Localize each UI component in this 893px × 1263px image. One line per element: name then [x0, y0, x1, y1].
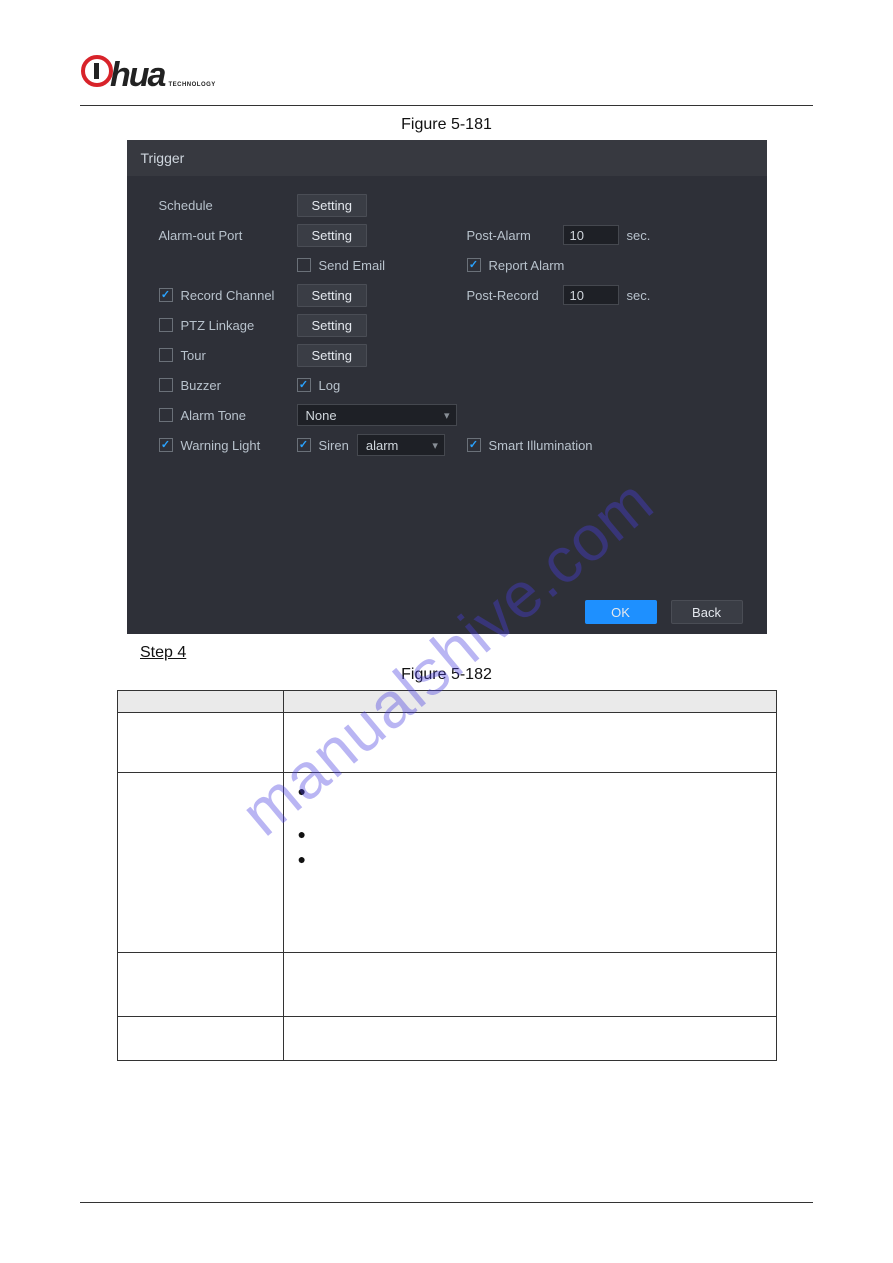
ptz-setting-button[interactable]: Setting [297, 314, 367, 337]
smart-illumination-checkbox[interactable] [467, 438, 481, 452]
post-alarm-input[interactable] [563, 225, 619, 245]
label-ptz-linkage: PTZ Linkage [181, 318, 255, 333]
logo-at-icon [80, 54, 114, 97]
label-post-alarm: Post-Alarm [467, 228, 555, 243]
record-channel-checkbox[interactable] [159, 288, 173, 302]
logo-text: hua [110, 56, 164, 95]
step-4-heading: Step 4 [140, 644, 813, 662]
table-row [117, 713, 776, 773]
label-alarm-tone: Alarm Tone [181, 408, 247, 423]
siren-select[interactable]: alarm [357, 434, 445, 456]
warning-light-checkbox[interactable] [159, 438, 173, 452]
bullet-icon: ● [294, 847, 766, 872]
report-alarm-checkbox[interactable] [467, 258, 481, 272]
label-warning-light: Warning Light [181, 438, 261, 453]
label-sec-1: sec. [627, 228, 651, 243]
alarm-tone-checkbox[interactable] [159, 408, 173, 422]
label-report-alarm: Report Alarm [489, 258, 565, 273]
tour-setting-button[interactable]: Setting [297, 344, 367, 367]
label-record-channel: Record Channel [181, 288, 275, 303]
label-send-email: Send Email [319, 258, 385, 273]
table-row: ● ● ● [117, 773, 776, 953]
table-header-cell [117, 691, 283, 713]
record-channel-setting-button[interactable]: Setting [297, 284, 367, 307]
dialog-title: Trigger [127, 140, 767, 176]
alarm-tone-select[interactable]: None [297, 404, 457, 426]
logo-subtext: TECHNOLOGY [168, 82, 215, 88]
table-header-cell [283, 691, 776, 713]
header-rule: hua TECHNOLOGY [80, 50, 813, 106]
label-siren: Siren [319, 438, 349, 453]
label-alarm-out-port: Alarm-out Port [159, 228, 243, 243]
label-log: Log [319, 378, 341, 393]
back-button[interactable]: Back [671, 600, 743, 624]
footer-rule [80, 1202, 813, 1203]
label-tour: Tour [181, 348, 206, 363]
label-schedule: Schedule [159, 198, 213, 213]
bullet-icon: ● [294, 822, 766, 847]
brand-logo: hua TECHNOLOGY [80, 54, 813, 97]
table-row [117, 1017, 776, 1061]
label-buzzer: Buzzer [181, 378, 221, 393]
figure-caption-2: Figure 5-182 [80, 666, 813, 684]
schedule-setting-button[interactable]: Setting [297, 194, 367, 217]
trigger-dialog: Trigger Schedule Setting Alarm-out Port … [127, 140, 767, 634]
label-smart-illumination: Smart Illumination [489, 438, 593, 453]
table-row [117, 953, 776, 1017]
post-record-input[interactable] [563, 285, 619, 305]
send-email-checkbox[interactable] [297, 258, 311, 272]
alarm-out-setting-button[interactable]: Setting [297, 224, 367, 247]
buzzer-checkbox[interactable] [159, 378, 173, 392]
label-sec-2: sec. [627, 288, 651, 303]
log-checkbox[interactable] [297, 378, 311, 392]
label-post-record: Post-Record [467, 288, 555, 303]
tour-checkbox[interactable] [159, 348, 173, 362]
parameter-table: ● ● ● [117, 690, 777, 1061]
bullet-icon: ● [294, 779, 766, 804]
figure-caption-1: Figure 5-181 [80, 116, 813, 134]
siren-checkbox[interactable] [297, 438, 311, 452]
ptz-linkage-checkbox[interactable] [159, 318, 173, 332]
ok-button[interactable]: OK [585, 600, 657, 624]
